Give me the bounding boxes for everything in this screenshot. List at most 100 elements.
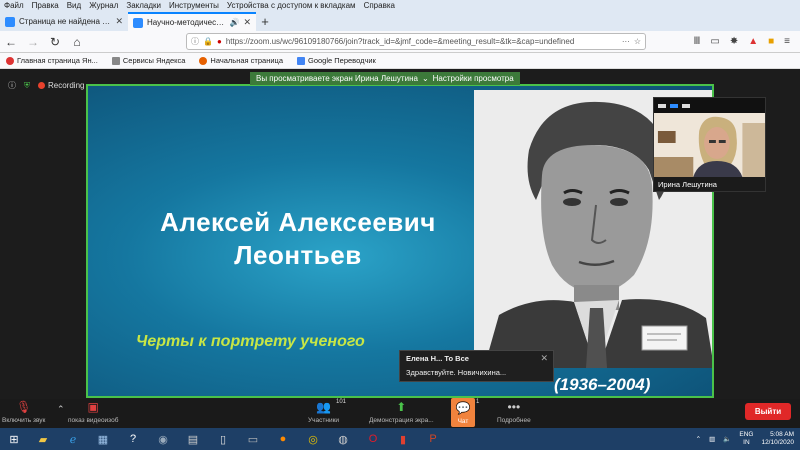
sidebar-icon[interactable]: ▭ — [710, 36, 719, 47]
chevron-down-icon[interactable]: ⌄ — [422, 74, 429, 83]
slide-title-line2: Леонтьев — [234, 240, 362, 270]
clock[interactable]: 5:08 AM 12/10/2020 — [761, 431, 794, 447]
shield-icon[interactable]: ⛨ — [24, 81, 30, 91]
meeting-status-bar: ⓘ ⛨ Recording — [8, 80, 84, 91]
firefox-icon — [199, 56, 208, 65]
info-icon[interactable]: ⓘ — [191, 36, 199, 47]
home-icon[interactable]: ⌂ — [70, 35, 84, 49]
bookmark-yandex-services[interactable]: Сервисы Яндекса — [111, 56, 186, 65]
unmute-button[interactable]: 🎙 Включить звук — [2, 400, 45, 424]
slide-title: Алексей Алексеевич Леонтьев — [133, 206, 463, 272]
bookmark-google-translate[interactable]: Google Переводчик — [297, 56, 376, 65]
share-screen-button[interactable]: ⬆ Демонстрация экра... — [369, 400, 434, 424]
pdf-icon[interactable]: ▮ — [388, 428, 418, 450]
firefox-icon[interactable]: ● — [268, 428, 298, 450]
microphone-icon[interactable]: ● — [217, 37, 222, 46]
minimize-icon[interactable] — [658, 103, 666, 108]
unmute-label: Включить звук — [2, 417, 46, 424]
powerpoint-icon[interactable]: P — [418, 428, 448, 450]
tab-page-not-found[interactable]: Страница не найдена - Zoom ✕ — [0, 12, 128, 31]
menu-view[interactable]: Вид — [67, 1, 81, 10]
recording-indicator: Recording — [38, 81, 84, 90]
menu-help[interactable]: Справка — [364, 1, 395, 10]
help-icon[interactable]: ? — [118, 428, 148, 450]
address-bar[interactable]: ⓘ 🔒 ● https://zoom.us/wc/96109180766/joi… — [186, 33, 646, 50]
speaker-icon[interactable]: 🔊 — [229, 18, 239, 27]
view-settings-button[interactable]: Настройки просмотра — [433, 74, 514, 83]
calculator-icon[interactable]: ▤ — [178, 428, 208, 450]
menu-icon[interactable]: ≡ — [784, 36, 790, 47]
slide-years: (1936–2004) — [554, 375, 651, 394]
menu-bookmarks[interactable]: Закладки — [126, 1, 161, 10]
video-controls — [654, 98, 765, 113]
document-icon[interactable]: ▯ — [208, 428, 238, 450]
chat-notification[interactable]: Елена Н... То Все Здравствуйте. Новичихи… — [399, 350, 554, 382]
chat-button[interactable]: 💬 Чат — [451, 398, 475, 427]
participants-button[interactable]: 👥 Участники — [308, 400, 339, 424]
system-tray: ⌃ ▥ 🔈 ENG IN 5:08 AM 12/10/2020 — [696, 431, 800, 447]
chat-label: Чат — [457, 417, 469, 425]
slide-subtitle: Черты к портрету ученого — [136, 333, 365, 350]
new-tab-button[interactable]: + — [256, 12, 274, 31]
yandex-browser-icon[interactable]: ◍ — [328, 428, 358, 450]
leave-meeting-button[interactable]: Выйти — [745, 403, 791, 420]
info-icon[interactable]: ⓘ — [8, 80, 16, 91]
close-icon[interactable]: ✕ — [115, 16, 123, 27]
menu-edit[interactable]: Правка — [32, 1, 59, 10]
navigation-bar: ← → ↻ ⌂ ⓘ 🔒 ● https://zoom.us/wc/9610918… — [0, 31, 800, 53]
bookmark-label: Сервисы Яндекса — [122, 56, 186, 65]
url-text: https://zoom.us/wc/96109180766/join?trac… — [225, 37, 575, 46]
tab-title: Страница не найдена - Zoom — [19, 17, 112, 26]
bookmark-star-icon[interactable]: ☆ — [634, 37, 641, 46]
bookmark-start-page[interactable]: Начальная страница — [199, 56, 283, 65]
close-icon[interactable]: ✕ — [540, 353, 548, 364]
tab-seminar[interactable]: Научно-методический семинар 🔊 ✕ — [128, 12, 256, 31]
language-indicator[interactable]: ENG IN — [739, 431, 753, 447]
internet-explorer-icon[interactable]: ℯ — [58, 428, 88, 450]
windows-start-icon[interactable]: ⊞ — [0, 428, 28, 450]
menu-file[interactable]: Файл — [4, 1, 24, 10]
control-panel-icon[interactable]: ▦ — [88, 428, 118, 450]
network-icon[interactable]: ▥ — [709, 435, 715, 443]
single-view-icon[interactable] — [670, 103, 678, 108]
participant-video[interactable]: Ирина Лешутина — [653, 97, 766, 192]
more-button[interactable]: ••• Подробнее — [497, 400, 531, 424]
library-icon[interactable]: Ⅲ — [693, 36, 700, 47]
grid-icon — [111, 56, 120, 65]
screen-icon[interactable]: ▭ — [238, 428, 268, 450]
chrome-icon[interactable]: ◎ — [298, 428, 328, 450]
share-label: Демонстрация экра... — [369, 417, 434, 424]
forward-icon[interactable]: → — [26, 35, 40, 49]
extension-icon[interactable]: ✸ — [730, 36, 738, 47]
participants-icon: 👥 — [316, 400, 331, 414]
tab-title: Научно-методический семинар — [147, 18, 226, 27]
close-icon[interactable]: ✕ — [243, 17, 251, 28]
menu-tools[interactable]: Инструменты — [169, 1, 219, 10]
file-explorer-icon[interactable]: ▰ — [28, 428, 58, 450]
more-actions-icon[interactable]: ··· — [622, 37, 630, 46]
clock-date: 12/10/2020 — [761, 439, 794, 446]
show-hidden-icons-icon[interactable]: ⌃ — [696, 435, 701, 443]
gallery-view-icon[interactable] — [682, 103, 690, 108]
video-feed — [654, 113, 765, 177]
back-icon[interactable]: ← — [4, 35, 18, 49]
viewing-screen-banner: Вы просматриваете экран Ирина Лешутина ⌄… — [250, 72, 520, 85]
microphone-muted-icon: 🎙 — [16, 400, 32, 414]
bookmark-label: Google Переводчик — [308, 56, 376, 65]
menu-history[interactable]: Журнал — [89, 1, 118, 10]
tab-strip: Страница не найдена - Zoom ✕ Научно-мето… — [0, 11, 800, 31]
volume-icon[interactable]: 🔈 — [723, 435, 731, 443]
clock-time: 5:08 AM — [770, 431, 794, 438]
globe-icon[interactable]: ◉ — [148, 428, 178, 450]
reload-icon[interactable]: ↻ — [48, 35, 62, 49]
flag-icon[interactable]: ■ — [768, 36, 774, 47]
menu-devices[interactable]: Устройства с доступом к вкладкам — [227, 1, 356, 10]
yandex-icon[interactable]: ▲ — [748, 36, 758, 47]
viewing-screen-text: Вы просматриваете экран Ирина Лешутина — [256, 74, 418, 83]
toolbar-right: Ⅲ ▭ ✸ ▲ ■ ≡ — [693, 36, 796, 47]
opera-icon[interactable]: O — [358, 428, 388, 450]
start-video-button[interactable]: ▣ показ видеоизоб — [68, 400, 118, 424]
chat-unread-count: 1 — [476, 399, 480, 405]
audio-options-icon[interactable]: ⌃ — [57, 404, 65, 415]
bookmark-yandex-home[interactable]: Главная страница Ян... — [6, 56, 98, 65]
